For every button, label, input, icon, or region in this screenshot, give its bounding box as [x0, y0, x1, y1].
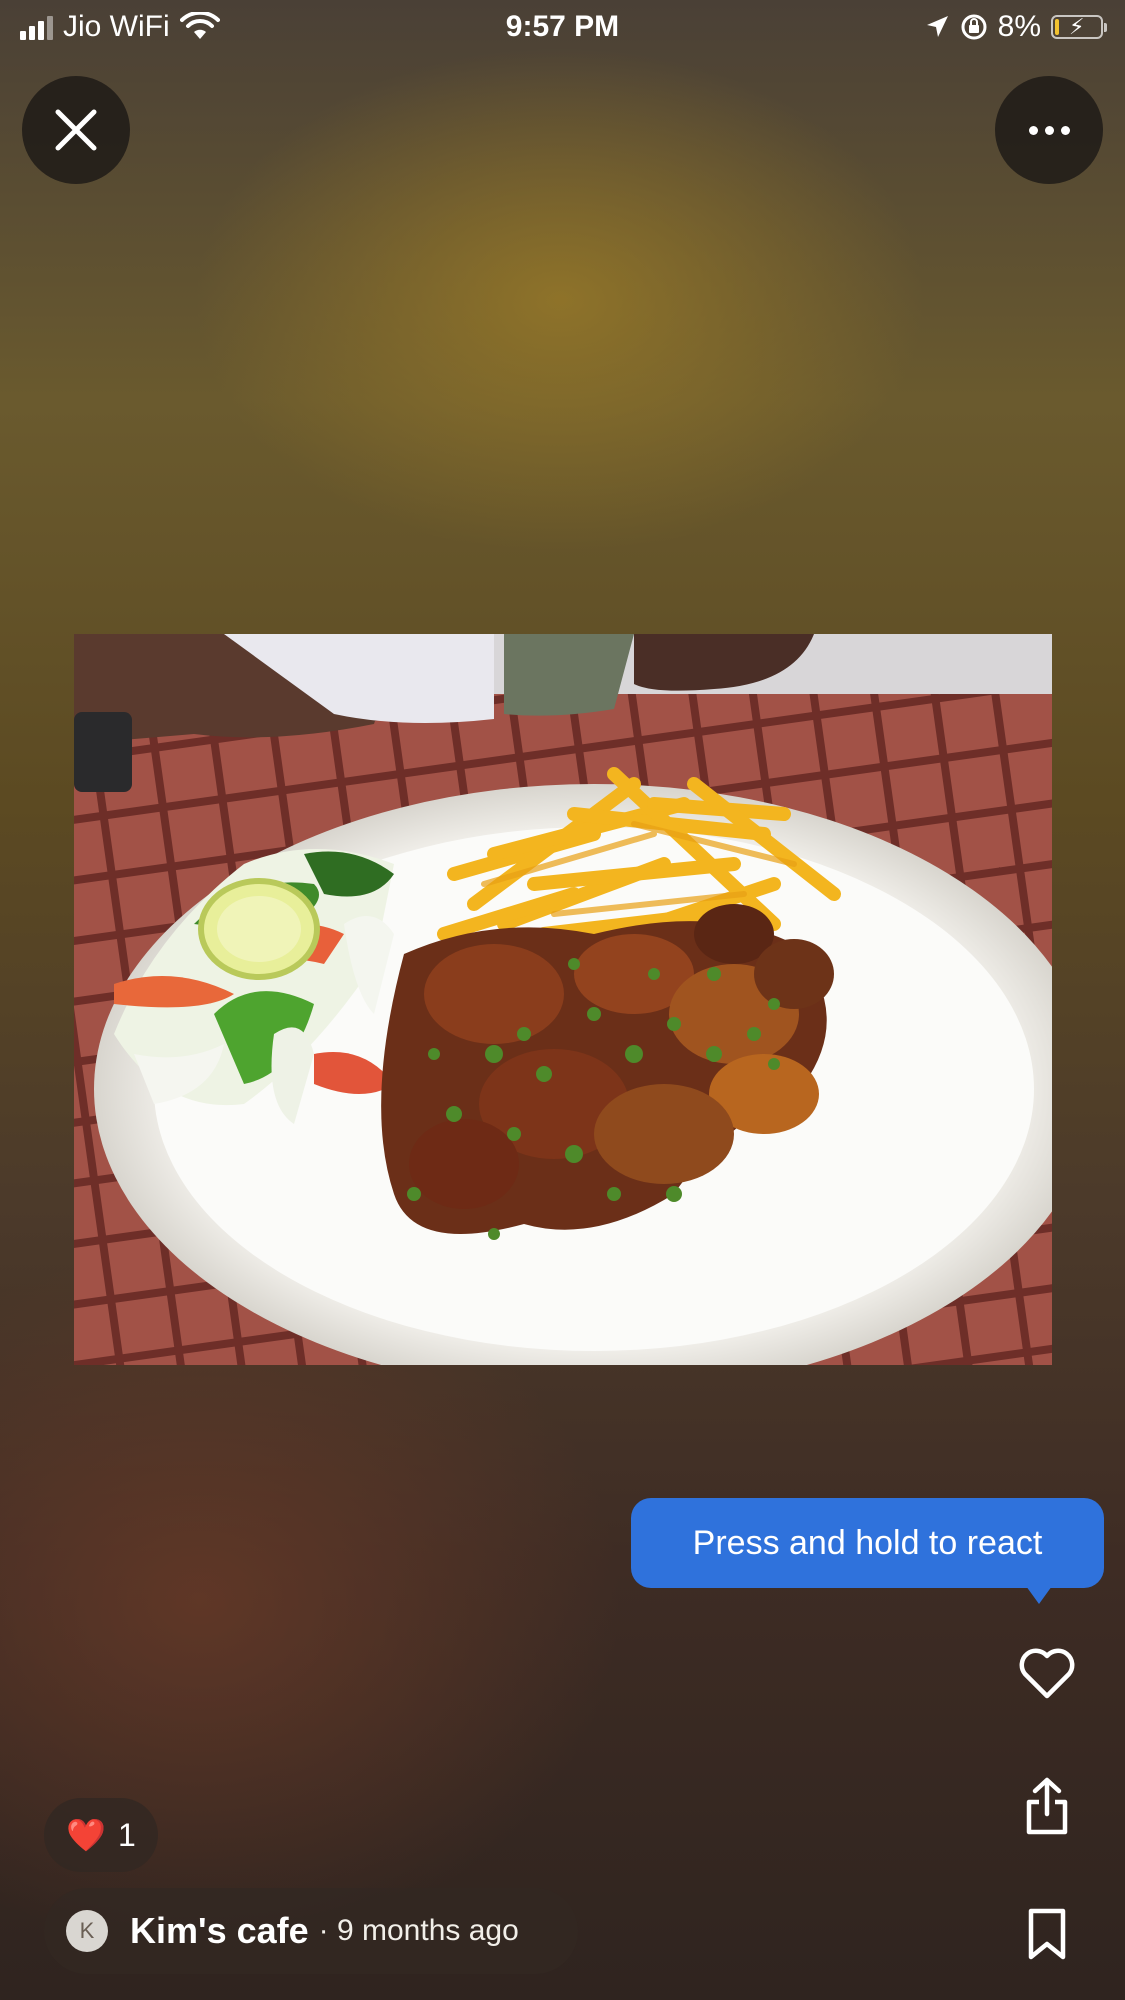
share-button[interactable]	[1017, 1776, 1077, 1836]
rotation-lock-icon	[961, 14, 987, 40]
author-pill[interactable]: K Kim's cafe · 9 months ago	[44, 1888, 578, 1974]
share-icon	[1026, 1777, 1068, 1835]
status-right: 8% ⚡	[924, 10, 1107, 44]
author-name[interactable]: Kim's cafe	[130, 1910, 309, 1952]
location-arrow-icon	[926, 16, 948, 37]
reaction-count-pill[interactable]: ❤️ 1	[44, 1798, 158, 1872]
react-tooltip: Press and hold to react	[631, 1498, 1104, 1588]
food-photo-illustration	[74, 634, 1052, 1365]
heart-emoji-icon: ❤️	[66, 1817, 107, 1853]
more-options-button[interactable]	[995, 76, 1103, 184]
heart-outline-icon	[1019, 1648, 1075, 1699]
food-photo[interactable]	[74, 634, 1052, 1365]
close-icon	[55, 109, 97, 151]
react-tooltip-tail	[1026, 1586, 1052, 1604]
battery-level	[1055, 19, 1059, 35]
post-age: · 9 months ago	[318, 1914, 519, 1947]
react-button[interactable]	[1017, 1644, 1077, 1704]
avatar: K	[66, 1910, 108, 1952]
close-button[interactable]	[22, 76, 130, 184]
battery-percent: 8%	[997, 10, 1041, 43]
reaction-count: 1	[118, 1816, 136, 1853]
more-horizontal-icon	[1028, 125, 1070, 135]
save-button[interactable]	[1017, 1904, 1077, 1964]
bookmark-icon	[1028, 1908, 1066, 1960]
status-bar: Jio WiFi 9:57 PM 8% ⚡	[0, 0, 1125, 56]
battery-charging-icon: ⚡	[1051, 14, 1107, 39]
